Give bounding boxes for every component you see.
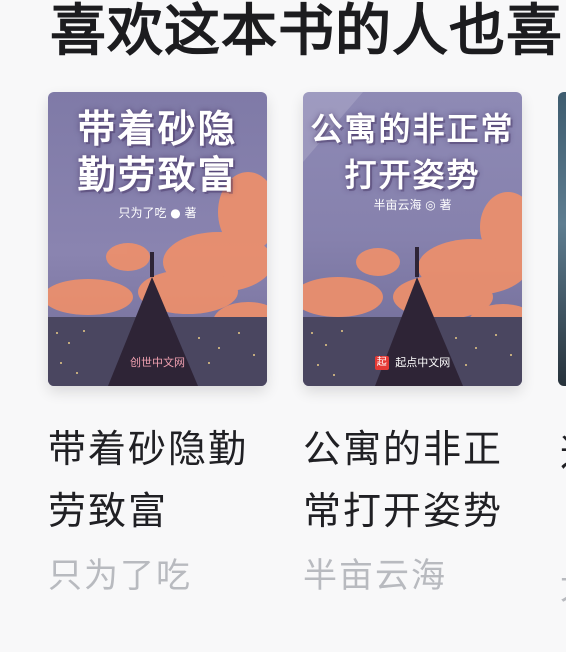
book-cover-3[interactable]	[558, 92, 566, 386]
book-author[interactable]: 只为了吃	[48, 548, 268, 597]
publisher-logo: 创世中文网	[48, 354, 267, 370]
book-title[interactable]: 带着砂隐勤劳致富	[48, 418, 268, 542]
section-title: 喜欢这本书的人也喜	[50, 0, 563, 64]
cover-title: 公寓的非正常 打开姿势	[310, 110, 515, 194]
cover-title: 带着砂隐 勤劳致富	[77, 107, 238, 197]
book-author[interactable]: 尤	[560, 560, 566, 609]
book-card-2[interactable]: 公寓的非正常 打开姿势 半亩云海 ◎ 著 起 起点中文网 公寓的非正常打开姿势 …	[303, 92, 523, 597]
publisher-name: 创世中文网	[130, 356, 185, 369]
book-author[interactable]: 半亩云海	[303, 548, 523, 597]
book-cover-1[interactable]: 带着砂隐 勤劳致富 只为了吃 ● 著 创世中文网	[48, 92, 267, 386]
book-title[interactable]: 这	[560, 422, 566, 477]
book-cover-2[interactable]: 公寓的非正常 打开姿势 半亩云海 ◎ 著 起 起点中文网	[303, 92, 522, 386]
cover-author: 半亩云海 ◎ 著	[373, 198, 452, 212]
publisher-logo: 起 起点中文网	[303, 354, 522, 370]
cover-author: 只为了吃 ● 著	[118, 206, 197, 220]
book-card-1[interactable]: 带着砂隐 勤劳致富 只为了吃 ● 著 创世中文网 带着砂隐勤劳致富 只为了吃	[48, 92, 268, 597]
book-title[interactable]: 公寓的非正常打开姿势	[303, 418, 523, 542]
publisher-name: 起点中文网	[395, 356, 451, 369]
publisher-logo-icon: 起	[374, 356, 389, 370]
recommendation-shelf: 带着砂隐 勤劳致富 只为了吃 ● 著 创世中文网 带着砂隐勤劳致富 只为了吃 公…	[0, 92, 566, 652]
